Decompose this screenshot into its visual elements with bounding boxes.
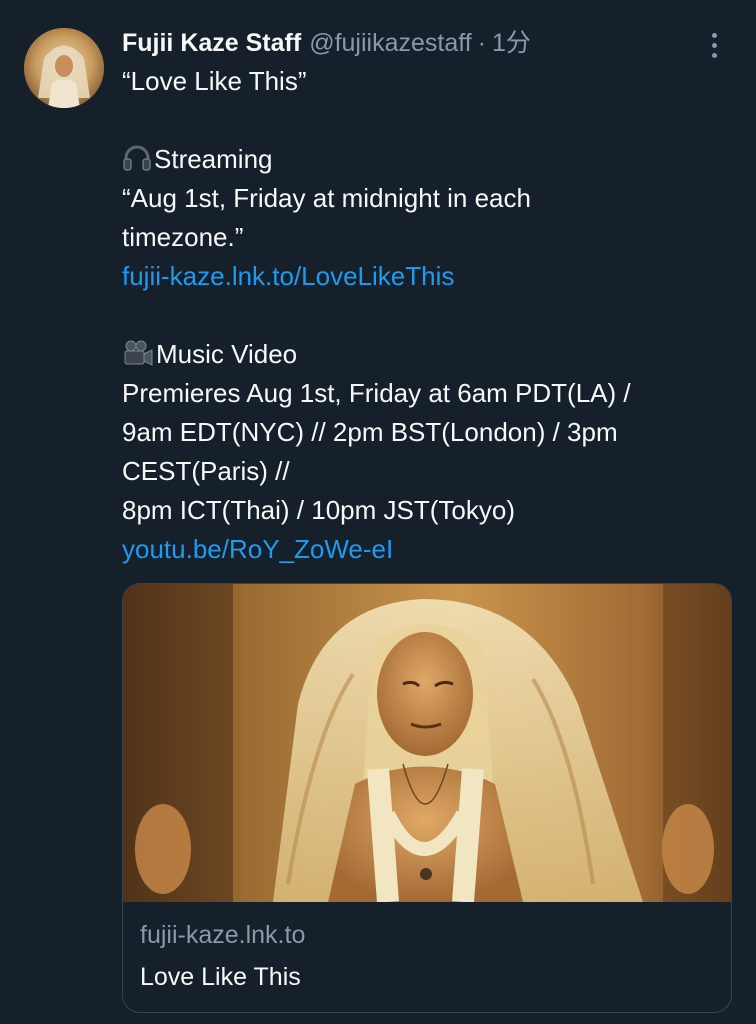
video-heading-line: Music Video [122, 335, 722, 374]
display-name[interactable]: Fujii Kaze Staff [122, 26, 301, 60]
headphone-icon [122, 144, 152, 172]
card-domain[interactable]: fujii-kaze.lnk.to [140, 921, 305, 950]
link-card[interactable]: fujii-kaze.lnk.to Love Like This [122, 583, 732, 1013]
video-line-4: 8pm ICT(Thai) / 10pm JST(Tokyo) [122, 495, 515, 525]
tweet[interactable]: Fujii Kaze Staff @fujiikazestaff · 1分 “L… [0, 0, 756, 1024]
avatar[interactable] [24, 28, 104, 108]
video-heading: Music Video [156, 339, 298, 369]
tweet-text: “Love Like This” Streaming “Aug 1st, Fri… [122, 62, 722, 569]
tweet-header: Fujii Kaze Staff @fujiikazestaff · 1分 [122, 26, 531, 60]
video-line-3: CEST(Paris) // [122, 456, 290, 486]
streaming-link[interactable]: fujii-kaze.lnk.to/LoveLikeThis [122, 261, 454, 291]
more-options-icon[interactable] [702, 30, 726, 60]
timestamp[interactable]: 1分 [492, 26, 531, 60]
tweet-title-line: “Love Like This” [122, 66, 307, 96]
video-line-1: Premieres Aug 1st, Friday at 6am PDT(LA)… [122, 378, 631, 408]
card-title[interactable]: Love Like This [140, 963, 301, 992]
streaming-line-2: timezone.” [122, 222, 244, 252]
streaming-line-1: “Aug 1st, Friday at midnight in each [122, 183, 531, 213]
avatar-image [24, 28, 104, 108]
streaming-heading: Streaming [154, 144, 273, 174]
video-link[interactable]: youtu.be/RoY_ZoWe-eI [122, 534, 393, 564]
card-image[interactable] [123, 584, 731, 902]
video-camera-icon [122, 339, 154, 367]
separator-dot: · [477, 29, 487, 57]
video-line-2: 9am EDT(NYC) // 2pm BST(London) / 3pm [122, 417, 618, 447]
streaming-heading-line: Streaming [122, 140, 722, 179]
handle[interactable]: @fujiikazestaff [309, 26, 472, 60]
